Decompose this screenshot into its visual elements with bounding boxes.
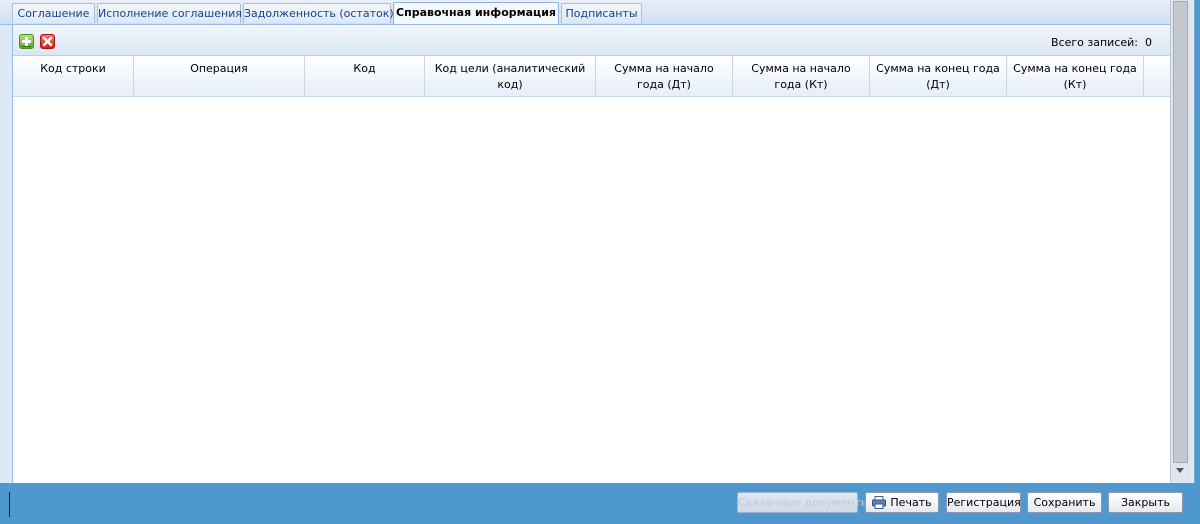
footer-bar: Связанные документы Печать Регистрация С… (0, 483, 1200, 524)
grid-header: Код строки Операция Код Код цели (аналит… (13, 56, 1170, 97)
records-label: Всего записей: (1051, 36, 1138, 49)
print-button-label: Печать (890, 496, 932, 509)
form-window: Соглашение Исполнение соглашения Задолже… (0, 0, 1195, 483)
tab-agreement-execution[interactable]: Исполнение соглашения (97, 3, 242, 23)
column-header-end-credit[interactable]: Сумма на конец года (Кт) (1007, 56, 1144, 96)
tab-debt-balance[interactable]: Задолженность (остаток) (243, 3, 394, 23)
delete-row-icon[interactable] (40, 34, 55, 49)
tab-reference-info[interactable]: Справочная информация (393, 2, 559, 24)
column-header-code[interactable]: Код (305, 56, 425, 96)
tab-signatories[interactable]: Подписанты (561, 3, 642, 23)
add-row-icon[interactable] (19, 34, 34, 49)
scroll-down-arrow-icon[interactable] (1176, 468, 1184, 473)
column-header-row-code[interactable]: Код строки (13, 56, 134, 96)
save-button[interactable]: Сохранить (1027, 492, 1102, 513)
column-header-start-credit[interactable]: Сумма на начало года (Кт) (733, 56, 870, 96)
printer-icon (872, 495, 887, 509)
records-count: Всего записей: 0 (1051, 36, 1152, 49)
scrollbar-thumb[interactable] (1173, 1, 1188, 463)
linked-documents-button[interactable]: Связанные документы (737, 492, 870, 513)
print-button[interactable]: Печать (865, 492, 939, 513)
text-caret (9, 492, 10, 517)
tab-agreement[interactable]: Соглашение (12, 3, 95, 23)
vertical-scrollbar[interactable] (1170, 0, 1191, 483)
grid-toolbar: Всего записей: 0 (13, 25, 1170, 56)
close-button[interactable]: Закрыть (1108, 492, 1183, 513)
records-value: 0 (1145, 36, 1152, 49)
column-header-end-debit[interactable]: Сумма на конец года (Дт) (870, 56, 1007, 96)
column-header-operation[interactable]: Операция (134, 56, 305, 96)
column-header-target-code[interactable]: Код цели (аналитический код) (425, 56, 596, 96)
registration-button[interactable]: Регистрация (946, 492, 1021, 513)
column-header-start-debit[interactable]: Сумма на начало года (Дт) (596, 56, 733, 96)
grid-body-empty[interactable] (13, 97, 1170, 483)
tab-bar: Соглашение Исполнение соглашения Задолже… (0, 0, 1170, 25)
reference-info-panel: Всего записей: 0 Код строки Операция Код… (12, 25, 1171, 483)
